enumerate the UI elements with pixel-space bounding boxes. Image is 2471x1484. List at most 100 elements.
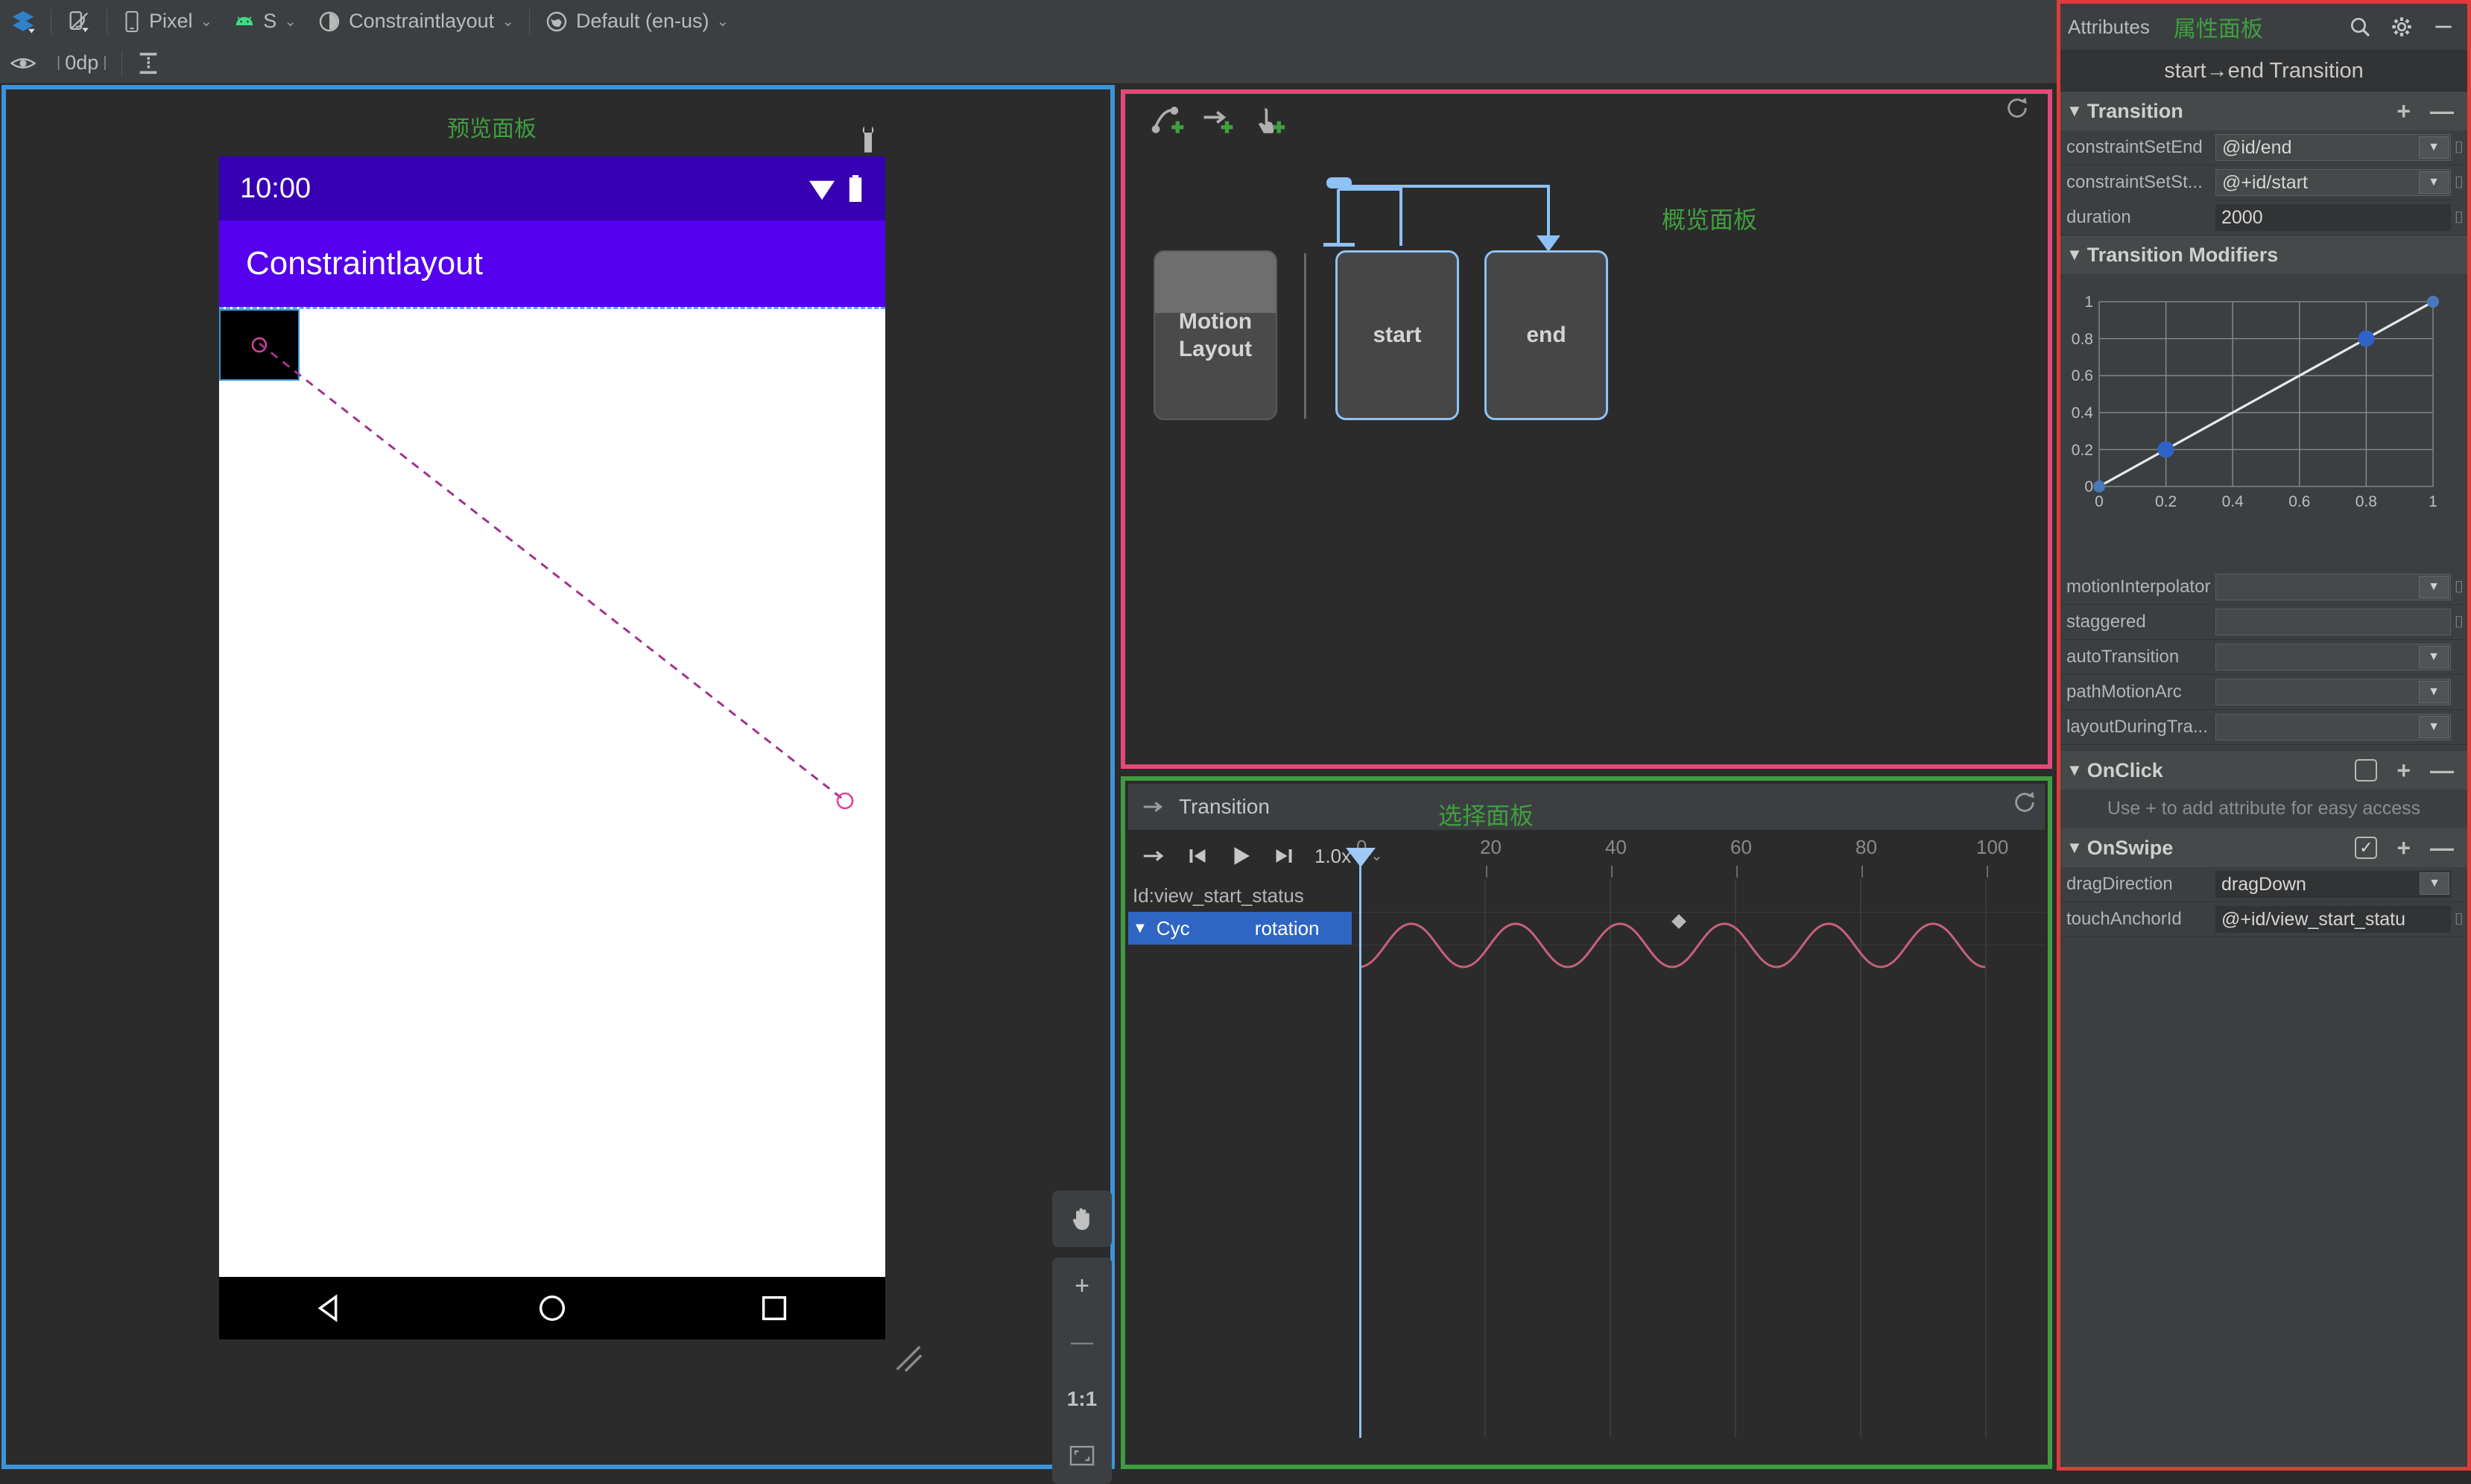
pin-icon[interactable]: ⌷	[2451, 910, 2467, 929]
add-attribute-button[interactable]: +	[2396, 834, 2411, 862]
attr-value-field[interactable]: ▼	[2215, 574, 2451, 600]
device-selector[interactable]: Pixel ⌄	[112, 5, 223, 38]
section-header-onclick[interactable]: ▼ OnClick + —	[2060, 751, 2467, 790]
section-header-onswipe[interactable]: ▼ OnSwipe ✓ + —	[2060, 828, 2467, 867]
timeline-playhead-handle[interactable]	[1346, 848, 1376, 867]
svg-text:0.4: 0.4	[2072, 405, 2094, 422]
device-canvas[interactable]	[219, 307, 885, 1277]
attr-value-field[interactable]: @+id/start ▼	[2215, 169, 2451, 196]
pin-icon[interactable]: ⌷	[2451, 208, 2467, 227]
motion-interpolator-chart[interactable]: 1 0.8 0.6 0.4 0.2 0 0 0.2 0.4 0.6 0.8 1	[2060, 285, 2467, 524]
baseline-toggle[interactable]	[127, 47, 170, 80]
expander-triangle-icon[interactable]: ▼	[2066, 761, 2083, 780]
create-keyframe-icon[interactable]	[1151, 104, 1185, 136]
create-transition-icon[interactable]	[1201, 104, 1236, 136]
pin-icon[interactable]: ⌷	[2451, 138, 2467, 157]
overview-node-motionlayout[interactable]: Motion Layout	[1154, 250, 1277, 420]
transition-arrow-icon	[1142, 797, 1167, 816]
attr-value-field[interactable]: ▼	[2215, 644, 2451, 670]
remove-attribute-button[interactable]: —	[2430, 834, 2454, 862]
margin-value: 0dp	[65, 51, 99, 74]
chevron-down-icon[interactable]: ▼	[2419, 646, 2449, 668]
selection-refresh-button[interactable]	[2012, 790, 2037, 815]
gear-icon[interactable]	[2390, 15, 2414, 39]
chevron-down-icon[interactable]: ▼	[2419, 716, 2449, 738]
zoom-fit-button[interactable]	[1052, 1427, 1112, 1484]
nav-recents-square-icon[interactable]	[757, 1291, 791, 1325]
pin-icon[interactable]: ⌷	[2451, 173, 2467, 192]
orientation-button[interactable]	[56, 5, 102, 38]
attr-value-field[interactable]: ▼	[2215, 679, 2451, 705]
pan-tool-button[interactable]	[1052, 1190, 1112, 1247]
create-onclick-icon[interactable]	[1252, 104, 1286, 136]
attr-key: layoutDuringTra...	[2066, 717, 2208, 737]
device-rotate-icon	[66, 9, 92, 34]
onswipe-enable-checkbox[interactable]: ✓	[2355, 837, 2378, 859]
theme-selector[interactable]: Constraintlayout ⌄	[307, 5, 525, 38]
wrench-icon[interactable]	[855, 125, 881, 155]
chevron-down-icon: ⌄	[716, 13, 730, 30]
section-header-transition[interactable]: ▼ Transition + —	[2060, 92, 2467, 130]
expander-triangle-icon[interactable]: ▼	[2066, 838, 2083, 857]
attr-value: dragDown	[2221, 873, 2306, 895]
zoom-actual-size-button[interactable]: 1:1	[1052, 1371, 1112, 1427]
play-icon[interactable]	[1228, 843, 1253, 869]
attr-value-field[interactable]: @+id/view_start_statu	[2215, 906, 2451, 933]
pin-icon[interactable]: ⌷	[2451, 612, 2467, 632]
add-attribute-button[interactable]: +	[2396, 98, 2411, 125]
timeline-ruler[interactable]: 0 20 40 60 80 100	[1355, 833, 2045, 879]
locale-selector[interactable]: Default (en-us) ⌄	[534, 5, 739, 38]
onclick-enable-checkbox[interactable]	[2355, 759, 2378, 781]
overview-divider	[1304, 253, 1306, 419]
chevron-down-icon[interactable]: ▼	[2420, 872, 2449, 895]
attr-value-field[interactable]: ▼	[2215, 714, 2451, 741]
status-system-icons	[808, 175, 864, 202]
zoom-out-button[interactable]: —	[1052, 1314, 1112, 1371]
layers-button[interactable]	[0, 5, 46, 38]
attr-value-field[interactable]	[2215, 609, 2451, 635]
timeline-grid[interactable]	[1355, 879, 2045, 1438]
api-selector[interactable]: S ⌄	[223, 5, 307, 38]
skip-to-end-icon[interactable]	[1273, 845, 1295, 867]
margin-selector[interactable]: | 0dp |	[46, 47, 117, 80]
play-direction-icon[interactable]	[1142, 847, 1167, 865]
status-time: 10:00	[240, 172, 311, 204]
pin-icon[interactable]: ⌷	[2451, 577, 2467, 597]
visibility-toggle[interactable]	[0, 47, 46, 80]
overview-node-end[interactable]: end	[1484, 250, 1608, 420]
expander-triangle-icon[interactable]: ▼	[2066, 101, 2083, 121]
expander-triangle-icon[interactable]: ▼	[1133, 920, 1148, 937]
add-attribute-button[interactable]: +	[2396, 757, 2411, 784]
attr-key: duration	[2066, 207, 2131, 227]
chevron-down-icon[interactable]: ▼	[2419, 576, 2449, 598]
skip-to-start-icon[interactable]	[1186, 845, 1209, 867]
attr-value-field[interactable]: dragDown ▼	[2215, 871, 2451, 898]
search-icon[interactable]	[2348, 15, 2372, 39]
nav-back-triangle-icon[interactable]	[313, 1291, 347, 1325]
attr-value-field[interactable]: 2000	[2215, 204, 2451, 231]
track-label-view-start-status[interactable]: Id:view_start_status	[1128, 879, 1352, 912]
canvas-resize-grip[interactable]	[891, 1341, 926, 1375]
remove-attribute-button[interactable]: —	[2430, 98, 2454, 125]
chevron-down-icon[interactable]: ▼	[2419, 136, 2449, 159]
attr-value-field[interactable]: @id/end ▼	[2215, 134, 2451, 161]
device-preview[interactable]: 10:00 Constraintlayout	[219, 156, 885, 1339]
timeline-playhead[interactable]	[1359, 849, 1361, 1438]
minimize-icon[interactable]	[2432, 15, 2455, 39]
overview-node-start[interactable]: start	[1335, 250, 1459, 420]
track-label-cyc-rotation[interactable]: ▼ Cyc rotation	[1128, 912, 1352, 945]
expander-triangle-icon[interactable]: ▼	[2066, 245, 2083, 264]
chevron-down-icon[interactable]: ▼	[2419, 681, 2449, 703]
section-header-transition-modifiers[interactable]: ▼ Transition Modifiers	[2060, 235, 2467, 274]
track-property-label: rotation	[1254, 916, 1320, 939]
zoom-in-button[interactable]: +	[1052, 1258, 1112, 1314]
device-label: Pixel	[149, 10, 193, 32]
ruler-tick-60: 60	[1730, 836, 1752, 858]
overview-refresh-button[interactable]	[2005, 95, 2030, 121]
attr-row-pathmotionarc: pathMotionArc ▼	[2060, 675, 2467, 710]
attributes-title: Attributes	[2068, 15, 2150, 38]
nav-home-circle-icon[interactable]	[535, 1291, 569, 1325]
attr-key: motionInterpolator	[2066, 577, 2211, 597]
chevron-down-icon[interactable]: ▼	[2419, 171, 2449, 194]
remove-attribute-button[interactable]: —	[2430, 757, 2454, 784]
